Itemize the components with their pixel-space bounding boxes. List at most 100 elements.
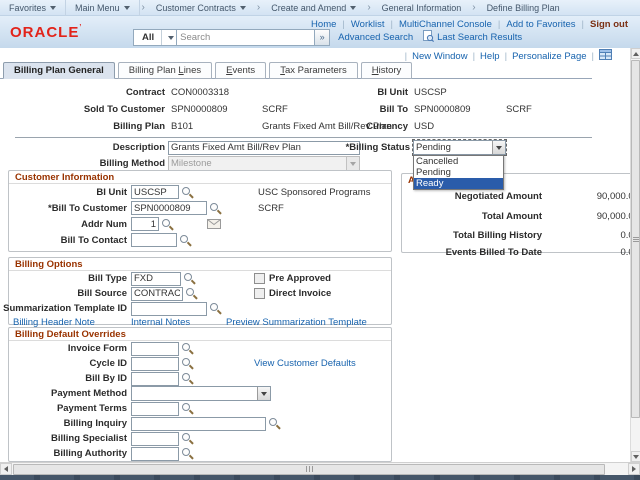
vertical-scrollbar[interactable] [630, 48, 640, 462]
billing-plan-row: Billing Plan B101 Grants Fixed Amt Bill/… [8, 120, 392, 132]
scroll-left-button[interactable] [0, 463, 12, 475]
horizontal-scrollbar[interactable] [0, 462, 640, 475]
billing-authority-field-row: Billing Authority [9, 446, 391, 461]
cycle-id-field-row: Cycle ID View Customer Defaults [9, 356, 391, 371]
bill-to-customer-input[interactable] [131, 201, 207, 215]
breadcrumb-item-favorites[interactable]: Favorites [0, 0, 66, 16]
personalize-grid-icon[interactable] [599, 49, 612, 63]
tab-events[interactable]: Events [215, 62, 266, 79]
cycle-id-input[interactable] [131, 357, 179, 371]
summarization-template-field-row: Summarization Template ID [9, 301, 391, 316]
lookup-icon[interactable] [186, 288, 197, 299]
bill-to-contact-input[interactable] [131, 233, 177, 247]
billing-method-label: Billing Method [8, 158, 165, 169]
lookup-icon[interactable] [210, 303, 221, 314]
addr-num-input[interactable] [131, 217, 159, 231]
lookup-icon[interactable] [182, 433, 193, 444]
lookup-icon[interactable] [162, 219, 173, 230]
billing-plan-label: Billing Plan [8, 121, 165, 132]
page-viewport: New Window Help Personalize Page Billing… [0, 48, 630, 462]
search-scope-select[interactable]: All [133, 29, 177, 46]
currency-value: USD [414, 121, 434, 132]
chevron-down-icon[interactable] [257, 387, 270, 400]
horizontal-scrollbar-thumb[interactable] [13, 464, 605, 475]
help-link[interactable]: Help [480, 51, 500, 62]
ci-bi-unit-input[interactable] [131, 185, 179, 199]
scroll-up-button[interactable] [631, 48, 640, 59]
tab-billing-plan-lines[interactable]: Billing Plan Lines [118, 62, 212, 79]
invoice-form-input[interactable] [131, 342, 179, 356]
scroll-down-button[interactable] [631, 451, 640, 462]
advanced-search-link[interactable]: Advanced Search [338, 32, 413, 43]
breadcrumb-item-customer-contracts[interactable]: Customer Contracts [147, 0, 255, 16]
chevron-down-icon [350, 6, 356, 10]
bill-by-id-input[interactable] [131, 372, 179, 386]
total-billing-history-value: 0.00 [542, 230, 630, 241]
dropdown-option-cancelled[interactable]: Cancelled [414, 156, 503, 167]
view-customer-defaults-link[interactable]: View Customer Defaults [254, 358, 356, 369]
personalize-page-link[interactable]: Personalize Page [512, 51, 586, 62]
dropdown-option-pending[interactable]: Pending [414, 167, 503, 178]
billing-status-label: *Billing Status [300, 142, 410, 153]
lookup-icon[interactable] [182, 187, 193, 198]
payment-terms-input[interactable] [131, 402, 179, 416]
bill-source-input[interactable] [131, 287, 183, 301]
oracle-logo: ORACLE’ [10, 24, 82, 41]
divider [582, 19, 584, 30]
direct-invoice-checkbox[interactable] [254, 288, 265, 299]
lookup-icon[interactable] [180, 235, 191, 246]
billing-status-select[interactable]: Pending [413, 140, 506, 155]
scroll-right-button[interactable] [628, 463, 640, 475]
lookup-icon[interactable] [269, 418, 280, 429]
breadcrumb-separator-icon [255, 2, 262, 13]
contract-value: CON0003318 [171, 87, 229, 98]
bill-type-input[interactable] [131, 272, 181, 286]
summarization-template-input[interactable] [131, 302, 207, 316]
breadcrumb-item-general-information[interactable]: General Information [373, 0, 471, 16]
lookup-icon[interactable] [182, 358, 193, 369]
lookup-icon[interactable] [184, 273, 195, 284]
address-envelope-icon[interactable] [207, 219, 221, 229]
lookup-icon[interactable] [182, 403, 193, 414]
search-input[interactable] [177, 29, 315, 46]
billing-specialist-input[interactable] [131, 432, 179, 446]
chevron-down-icon[interactable] [492, 141, 505, 154]
lookup-icon[interactable] [210, 203, 221, 214]
tab-tax-parameters[interactable]: Tax Parameters [269, 62, 358, 79]
billing-inquiry-input[interactable] [131, 417, 266, 431]
new-window-link[interactable]: New Window [412, 51, 467, 62]
tab-bar: Billing Plan General Billing Plan Lines … [3, 62, 415, 79]
dropdown-option-ready[interactable]: Ready [414, 178, 503, 189]
last-search-results-link[interactable]: Last Search Results [437, 32, 522, 43]
breadcrumb-separator-icon [140, 2, 147, 13]
lookup-icon[interactable] [182, 448, 193, 459]
lookup-icon[interactable] [182, 343, 193, 354]
bill-by-id-field-row: Bill By ID [9, 371, 391, 386]
tab-history[interactable]: History [361, 62, 413, 79]
pre-approved-checkbox[interactable] [254, 273, 265, 284]
sign-out-link[interactable]: Sign out [590, 19, 628, 30]
billing-inquiry-field-row: Billing Inquiry [9, 416, 391, 431]
sold-to-customer-name: SCRF [262, 104, 288, 115]
divider [405, 51, 407, 62]
bill-to-customer-field-row: *Bill To Customer SCRF [9, 200, 391, 216]
last-search-results-icon [423, 30, 434, 45]
lookup-icon[interactable] [182, 373, 193, 384]
billing-method-select: Milestone [168, 156, 360, 171]
breadcrumb-item-main-menu[interactable]: Main Menu [66, 0, 140, 16]
payment-method-select[interactable] [131, 386, 271, 401]
customer-information-title: Customer Information [9, 171, 391, 184]
bill-to-customer-description: SCRF [258, 203, 284, 214]
billing-specialist-field-row: Billing Specialist [9, 431, 391, 446]
billing-plan-value: B101 [171, 121, 256, 132]
bill-to-contact-label: Bill To Contact [9, 235, 131, 246]
billing-authority-input[interactable] [131, 447, 179, 461]
payment-method-field-row: Payment Method [9, 386, 391, 401]
chevron-down-icon[interactable] [161, 30, 176, 45]
search-go-button[interactable]: » [315, 29, 330, 46]
breadcrumb-item-create-and-amend[interactable]: Create and Amend [262, 0, 365, 16]
tab-billing-plan-general[interactable]: Billing Plan General [3, 62, 115, 79]
vertical-scrollbar-thumb[interactable] [631, 60, 640, 418]
breadcrumb-item-define-billing-plan[interactable]: Define Billing Plan [478, 0, 569, 16]
events-billed-to-date-value: 0.00 [542, 247, 630, 258]
